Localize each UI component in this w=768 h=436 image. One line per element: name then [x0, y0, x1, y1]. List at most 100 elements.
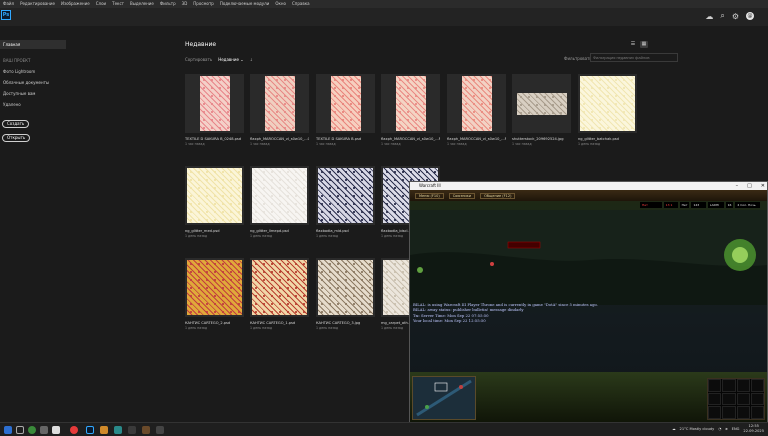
yandex-icon[interactable]: [70, 426, 78, 434]
file-date: 1 день назад: [250, 326, 273, 330]
windows-start-icon[interactable]: [4, 426, 12, 434]
file-tile[interactable]: flaxph_MAROCCAN_vl_s0w10_...PRINT_dl.psd…: [447, 74, 506, 146]
command-slot[interactable]: [722, 379, 736, 392]
command-slot[interactable]: [722, 392, 736, 406]
maximize-icon[interactable]: □: [747, 182, 752, 190]
file-thumbnail: [250, 166, 309, 225]
file-tile[interactable]: TEXTILE D SAKURA B_0248.psd 1 час назад: [185, 74, 244, 146]
menu-item[interactable]: Фильтр: [157, 0, 179, 8]
menu-item[interactable]: Подключаемые модули: [217, 0, 273, 8]
file-thumbnail: [185, 258, 244, 317]
game-viewport[interactable]: Меню (F10) Союзники Общение (F12) Нет ре…: [410, 190, 767, 422]
file-name: ng_glitter_limepd.psd: [250, 229, 289, 233]
minimap[interactable]: [412, 376, 476, 420]
command-slot[interactable]: [750, 379, 764, 392]
file-tile[interactable]: КАНТИС CARTEGO_3.jpg 1 день назад: [316, 258, 375, 330]
menu-item[interactable]: Окно: [272, 0, 289, 8]
command-slot[interactable]: [736, 392, 750, 406]
file-tile[interactable]: КАНТИС CARTEGO_2.psd 1 день назад: [185, 258, 244, 330]
file-tile[interactable]: flaxbodia_mid.psd 1 день назад: [316, 166, 375, 238]
app-icon[interactable]: [114, 426, 122, 434]
notepad-icon[interactable]: [52, 426, 60, 434]
filter-input[interactable]: [590, 53, 678, 62]
file-tile[interactable]: flaxph_MAROCCAN_vl_s0w10_...GUE_dl.psd1 …: [250, 74, 309, 146]
sort-dropdown[interactable]: Недавние ⌄: [218, 57, 243, 62]
menu-bar: Файл Редактирование Изображение Слои Текст Вы…: [0, 0, 768, 8]
close-icon[interactable]: ✕: [761, 182, 765, 190]
warcraft-taskbar-icon[interactable]: [142, 426, 150, 434]
weather-icon[interactable]: ☁: [672, 427, 676, 431]
command-slot[interactable]: [736, 406, 750, 419]
clock[interactable]: 12:55 22.09.2025: [743, 424, 764, 434]
search-icon[interactable]: ⌕: [720, 11, 724, 21]
menu-item[interactable]: 3D: [179, 0, 191, 8]
command-slot[interactable]: [708, 392, 722, 406]
game-chat-button[interactable]: Общение (F12): [480, 192, 516, 199]
list-view-icon[interactable]: ☰: [629, 41, 637, 48]
cloud-icon[interactable]: ☁: [705, 12, 713, 21]
sort-bar: Сортировать Недавние ⌄ ↓: [185, 57, 253, 62]
file-tile[interactable]: КАНТИС CARTEGO_1.psd 1 день назад: [250, 258, 309, 330]
file-tile[interactable]: TEXTILE D SAKURA B.psd 1 час назад: [316, 74, 375, 146]
command-slot[interactable]: [750, 392, 764, 406]
menu-item[interactable]: Справка: [289, 0, 313, 8]
volume-icon[interactable]: 🕪: [725, 427, 727, 431]
menu-item[interactable]: Выделение: [127, 0, 157, 8]
chrome-icon[interactable]: [28, 426, 36, 434]
command-slot[interactable]: [736, 379, 750, 392]
warcraft-titlebar[interactable]: Warcraft III – □ ✕: [410, 182, 767, 190]
file-thumbnail: [250, 74, 309, 133]
sort-label: Сортировать: [185, 57, 213, 62]
create-button[interactable]: Создать: [2, 120, 30, 128]
view-toggle: ☰ ▦: [629, 41, 648, 48]
menu-item[interactable]: Текст: [109, 0, 127, 8]
command-slot[interactable]: [708, 379, 722, 392]
menu-item[interactable]: Изображение: [58, 0, 93, 8]
file-tile[interactable]: ng_glitter_med.psd 1 день назад: [185, 166, 244, 238]
folder-icon[interactable]: [100, 426, 108, 434]
minimize-icon[interactable]: –: [736, 182, 739, 190]
terminal-icon[interactable]: [128, 426, 136, 434]
wifi-icon[interactable]: ◔: [718, 427, 721, 431]
menu-item[interactable]: Слои: [93, 0, 109, 8]
sidebar-item-home[interactable]: Главная: [0, 40, 66, 49]
file-thumbnail: [512, 74, 571, 133]
warcraft-window-title: Warcraft III: [419, 183, 441, 188]
photoshop-logo[interactable]: Ps: [1, 10, 11, 20]
file-tile[interactable]: ng_glitter_limepd.psd 1 день назад: [250, 166, 309, 238]
file-date: 1 день назад: [316, 326, 339, 330]
file-tile[interactable]: ng_glitter_batchak.psd 1 день назад: [578, 74, 637, 146]
game-allies-button[interactable]: Союзники: [448, 192, 476, 199]
game-menu-button[interactable]: Меню (F10): [415, 192, 444, 199]
filter-label: Фильтровать: [564, 56, 592, 61]
language-indicator[interactable]: ENG: [732, 427, 740, 431]
sidebar-item-cloud-docs[interactable]: Облачные документы: [0, 78, 66, 87]
sidebar-item-shared[interactable]: Доступные вам: [0, 89, 66, 98]
chevron-down-icon: ⌄: [240, 57, 244, 62]
sidebar-item-deleted[interactable]: Удалено: [0, 100, 66, 109]
file-tile[interactable]: shutterstock_209692524.jpg 1 час назад: [512, 74, 571, 146]
warcraft-window: Warcraft III – □ ✕ Меню (F10) Союзники О…: [409, 181, 768, 422]
app-icon[interactable]: [156, 426, 164, 434]
file-date: 1 час назад: [185, 142, 205, 146]
file-tile[interactable]: flaxph_MAROCCAN_vl_s0w10_...PRINT_LIGT.p…: [381, 74, 440, 146]
calculator-icon[interactable]: [40, 426, 48, 434]
photoshop-taskbar-icon[interactable]: [86, 426, 94, 434]
file-date: 1 час назад: [250, 142, 270, 146]
sidebar-item-lightroom[interactable]: Фото Lightroom: [0, 67, 66, 76]
sidebar: Главная ВАШ ПРОЕКТ Фото Lightroom Облачн…: [0, 26, 70, 422]
command-slot[interactable]: [750, 406, 764, 419]
menu-item[interactable]: Просмотр: [190, 0, 217, 8]
command-slot[interactable]: [722, 406, 736, 419]
command-slot[interactable]: [708, 406, 722, 419]
file-thumbnail: [578, 74, 637, 133]
search-icon[interactable]: [16, 426, 24, 434]
menu-item[interactable]: Файл: [0, 0, 17, 8]
grid-view-icon[interactable]: ▦: [640, 41, 648, 48]
sort-direction-icon[interactable]: ↓: [250, 57, 253, 62]
weather-text[interactable]: 21°C Mostly cloudy: [680, 427, 715, 431]
gear-icon[interactable]: ⚙: [732, 12, 739, 21]
open-button[interactable]: Открыть: [2, 134, 31, 142]
avatar[interactable]: @: [746, 12, 754, 20]
menu-item[interactable]: Редактирование: [17, 0, 58, 8]
